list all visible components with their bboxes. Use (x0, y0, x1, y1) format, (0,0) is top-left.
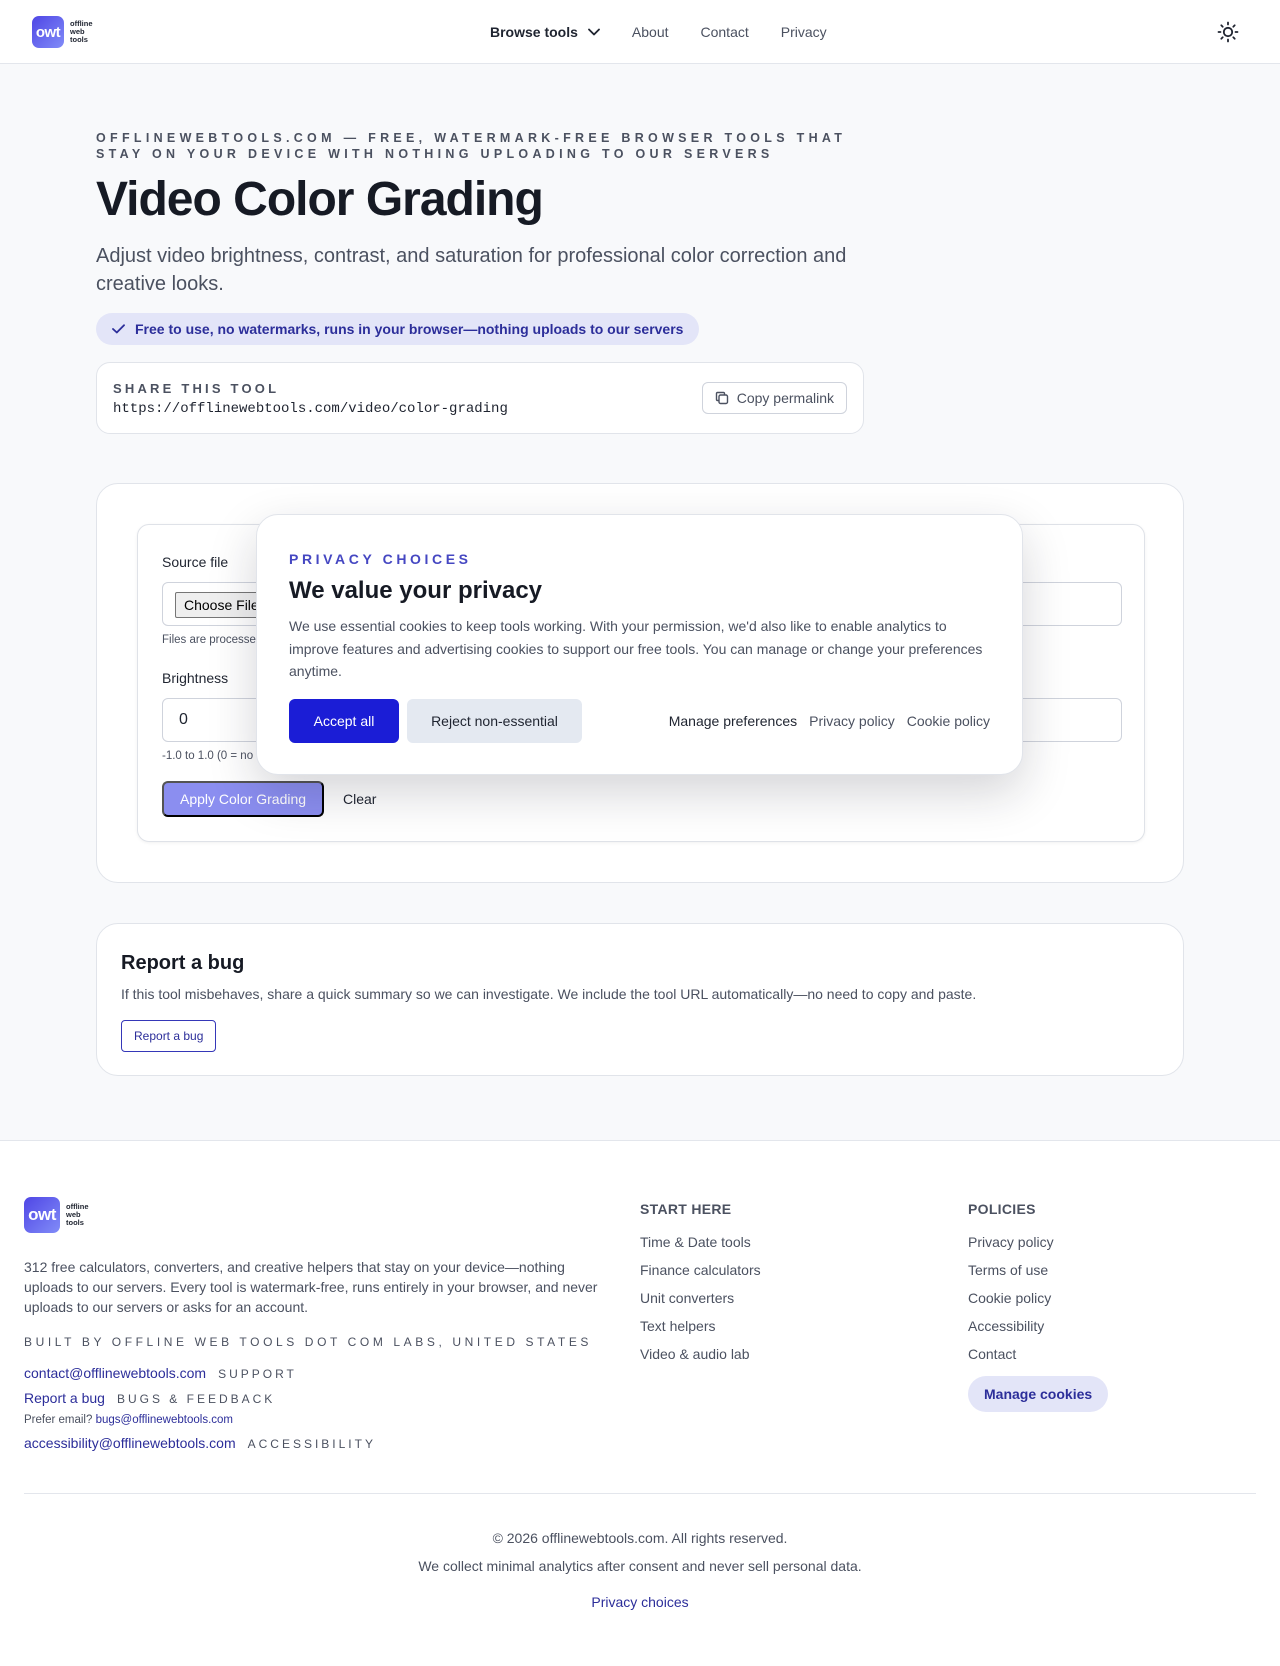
copy-icon (715, 391, 728, 405)
report-bug-card: Report a bug If this tool misbehaves, sh… (96, 923, 1184, 1076)
privacy-consent-dialog: PRIVACY CHOICES We value your privacy We… (256, 514, 1023, 775)
nav-privacy[interactable]: Privacy (781, 24, 827, 40)
footer-link-unit-converters[interactable]: Unit converters (640, 1290, 734, 1306)
cookie-policy-link[interactable]: Cookie policy (907, 713, 990, 729)
reject-non-essential-button[interactable]: Reject non-essential (407, 699, 582, 743)
footer-logo[interactable]: owt offline web tools (24, 1197, 89, 1233)
bug-title: Report a bug (121, 952, 245, 974)
logo-line: tools (66, 1218, 84, 1227)
start-here-list: Time & Date tools Finance calculators Un… (640, 1233, 761, 1373)
privacy-choices-anchor[interactable]: Privacy choices (591, 1594, 688, 1610)
footer-link-cookie-policy[interactable]: Cookie policy (968, 1290, 1051, 1306)
footer-link-time-date[interactable]: Time & Date tools (640, 1234, 751, 1250)
prefer-email-label: Prefer email? (24, 1414, 93, 1426)
hero-eyebrow: OFFLINEWEBTOOLS.COM — FREE, WATERMARK-FR… (96, 131, 847, 161)
logo-mark: owt (32, 16, 64, 48)
chevron-down-icon (588, 28, 600, 36)
footer-link-contact[interactable]: Contact (968, 1346, 1016, 1362)
manage-preferences-link[interactable]: Manage preferences (669, 713, 797, 729)
share-card: SHARE THIS TOOL https://offlinewebtools.… (96, 362, 864, 434)
footer-built-by: BUILT BY OFFLINE WEB TOOLS DOT COM LABS,… (24, 1335, 593, 1349)
footer-report-bug-link[interactable]: Report a bug (24, 1390, 105, 1406)
consent-title: We value your privacy (289, 577, 543, 604)
contact-row-support: contact@offlinewebtools.com SUPPORT (24, 1365, 297, 1381)
logo-wordmark: offline web tools (70, 20, 93, 44)
nav-browse-label: Browse tools (490, 24, 578, 40)
copyright: © 2026 offlinewebtools.com. All rights r… (492, 1530, 788, 1546)
bugs-email-link[interactable]: bugs@offlinewebtools.com (96, 1414, 233, 1426)
bugs-tag: BUGS & FEEDBACK (116, 1392, 276, 1406)
file-hint: Files are processe (162, 634, 256, 646)
footer-link-privacy-policy[interactable]: Privacy policy (968, 1234, 1054, 1250)
share-url: https://offlinewebtools.com/video/color-… (113, 401, 508, 417)
accessibility-tag: ACCESSIBILITY (247, 1437, 376, 1451)
footer-divider (24, 1493, 1256, 1494)
theme-toggle-button[interactable] (1216, 20, 1240, 44)
nav-contact[interactable]: Contact (701, 24, 749, 40)
source-file-label: Source file (162, 554, 229, 570)
brightness-label: Brightness (162, 670, 229, 686)
main-nav: Browse tools About Contact Privacy (490, 0, 827, 64)
sun-icon (1217, 21, 1239, 43)
accessibility-email-link[interactable]: accessibility@offlinewebtools.com (24, 1435, 236, 1451)
clear-button[interactable]: Clear (343, 781, 376, 817)
policies-heading: POLICIES (968, 1201, 1036, 1217)
contact-row-bugs: Report a bug BUGS & FEEDBACK (24, 1390, 275, 1406)
consent-body: We use essential cookies to keep tools w… (289, 618, 983, 679)
footer-description: 312 free calculators, converters, and cr… (24, 1259, 598, 1315)
check-icon (112, 324, 125, 334)
site-header: owt offline web tools Browse tools About… (0, 0, 1280, 64)
report-bug-button[interactable]: Report a bug (121, 1020, 217, 1052)
consent-eyebrow: PRIVACY CHOICES (289, 551, 472, 567)
manage-cookies-button[interactable]: Manage cookies (968, 1376, 1109, 1412)
copy-permalink-label: Copy permalink (736, 390, 834, 406)
site-logo[interactable]: owt offline web tools (32, 16, 93, 48)
footer-link-terms[interactable]: Terms of use (968, 1262, 1048, 1278)
footer-link-text-helpers[interactable]: Text helpers (640, 1318, 715, 1334)
policies-list: Privacy policy Terms of use Cookie polic… (968, 1233, 1054, 1373)
nav-about[interactable]: About (632, 24, 669, 40)
logo-mark: owt (24, 1197, 60, 1233)
support-tag: SUPPORT (218, 1367, 297, 1381)
nav-browse-tools[interactable]: Browse tools (490, 24, 600, 40)
footer-link-video-audio[interactable]: Video & audio lab (640, 1346, 750, 1362)
hero-lede: Adjust video brightness, contrast, and s… (96, 245, 847, 295)
support-email-link[interactable]: contact@offlinewebtools.com (24, 1365, 206, 1381)
brightness-hint: -1.0 to 1.0 (0 = no (162, 750, 254, 762)
privacy-policy-link[interactable]: Privacy policy (809, 713, 895, 729)
footer-link-accessibility[interactable]: Accessibility (968, 1318, 1044, 1334)
badge-label: Free to use, no watermarks, runs in your… (135, 321, 684, 337)
logo-wordmark: offline web tools (66, 1203, 89, 1227)
footer-link-finance[interactable]: Finance calculators (640, 1262, 761, 1278)
analytics-note: We collect minimal analytics after conse… (418, 1558, 862, 1574)
start-here-heading: START HERE (640, 1201, 732, 1217)
consent-links: Manage preferences Privacy policy Cookie… (669, 699, 990, 743)
page-title: Video Color Grading (96, 173, 544, 226)
apply-color-grading-button[interactable]: Apply Color Grading (162, 781, 325, 817)
privacy-badge: Free to use, no watermarks, runs in your… (96, 313, 700, 345)
copy-permalink-button[interactable]: Copy permalink (701, 382, 847, 414)
bug-description: If this tool misbehaves, share a quick s… (121, 986, 977, 1002)
prefer-email-line: Prefer email? bugs@offlinewebtools.com (24, 1414, 233, 1426)
site-footer: owt offline web tools 312 free calculato… (0, 1140, 1280, 1666)
choose-file-button[interactable]: Choose File (175, 592, 268, 618)
logo-line: tools (70, 35, 88, 44)
share-label: SHARE THIS TOOL (113, 381, 280, 396)
accept-all-button[interactable]: Accept all (289, 699, 399, 743)
contact-row-accessibility: accessibility@offlinewebtools.com ACCESS… (24, 1435, 376, 1451)
privacy-choices-link: Privacy choices (0, 1594, 1280, 1610)
